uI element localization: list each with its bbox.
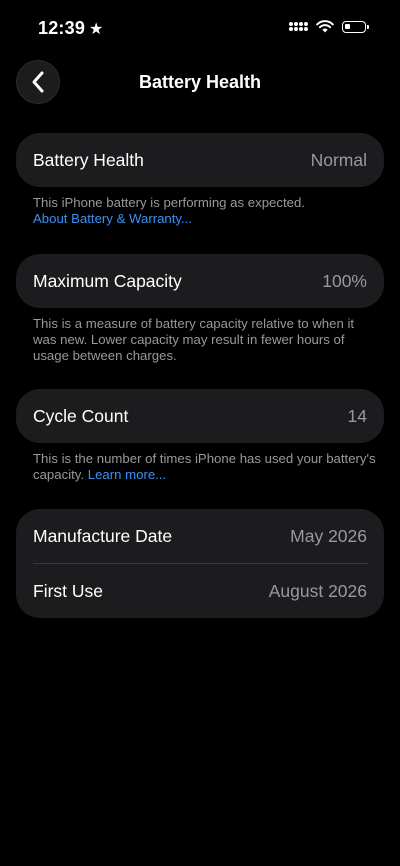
cycle-count-label: Cycle Count — [33, 405, 129, 426]
page-title: Battery Health — [138, 72, 262, 92]
maximum-capacity-row: Maximum Capacity 100% — [16, 254, 384, 308]
star-icon: ★ — [89, 20, 104, 38]
battery-health-note-text: This iPhone battery is performing as exp… — [33, 195, 305, 210]
manufacture-date-row: Manufacture Date May 2026 — [16, 509, 384, 563]
status-icons — [289, 20, 369, 33]
wifi-icon — [316, 20, 334, 33]
cellular-signal-icon — [289, 22, 308, 31]
nav-bar: Battery Health — [0, 58, 400, 108]
maximum-capacity-value: 100% — [322, 270, 367, 291]
manufacture-date-label: Manufacture Date — [33, 525, 173, 546]
manufacture-date-value: May 2026 — [290, 525, 367, 546]
battery-health-note: This iPhone battery is performing as exp… — [33, 195, 378, 227]
about-battery-warranty-link[interactable]: About Battery & Warranty... — [33, 211, 192, 226]
battery-health-row: Battery Health Normal — [16, 133, 384, 187]
status-bar: 12:39 ★ — [0, 0, 400, 56]
maximum-capacity-card: Maximum Capacity 100% — [16, 254, 384, 308]
battery-health-value: Normal — [310, 149, 367, 170]
learn-more-link[interactable]: Learn more... — [88, 467, 166, 482]
first-use-label: First Use — [33, 580, 103, 601]
cycle-count-value: 14 — [347, 405, 367, 426]
status-time: 12:39 ★ — [38, 18, 104, 39]
dates-card: Manufacture Date May 2026 First Use Augu… — [16, 509, 384, 618]
cycle-count-note-text: This is the number of times iPhone has u… — [33, 451, 376, 482]
cycle-count-note: This is the number of times iPhone has u… — [33, 451, 378, 483]
battery-health-label: Battery Health — [33, 149, 144, 170]
maximum-capacity-note: This is a measure of battery capacity re… — [33, 316, 378, 364]
maximum-capacity-note-text: This is a measure of battery capacity re… — [33, 316, 355, 363]
maximum-capacity-label: Maximum Capacity — [33, 270, 182, 291]
clock-label: 12:39 — [38, 18, 86, 38]
battery-health-card: Battery Health Normal — [16, 133, 384, 187]
cycle-count-row: Cycle Count 14 — [16, 389, 384, 443]
cycle-count-card: Cycle Count 14 — [16, 389, 384, 443]
first-use-value: August 2026 — [268, 580, 367, 601]
first-use-row: First Use August 2026 — [16, 564, 384, 618]
battery-icon — [342, 20, 369, 33]
